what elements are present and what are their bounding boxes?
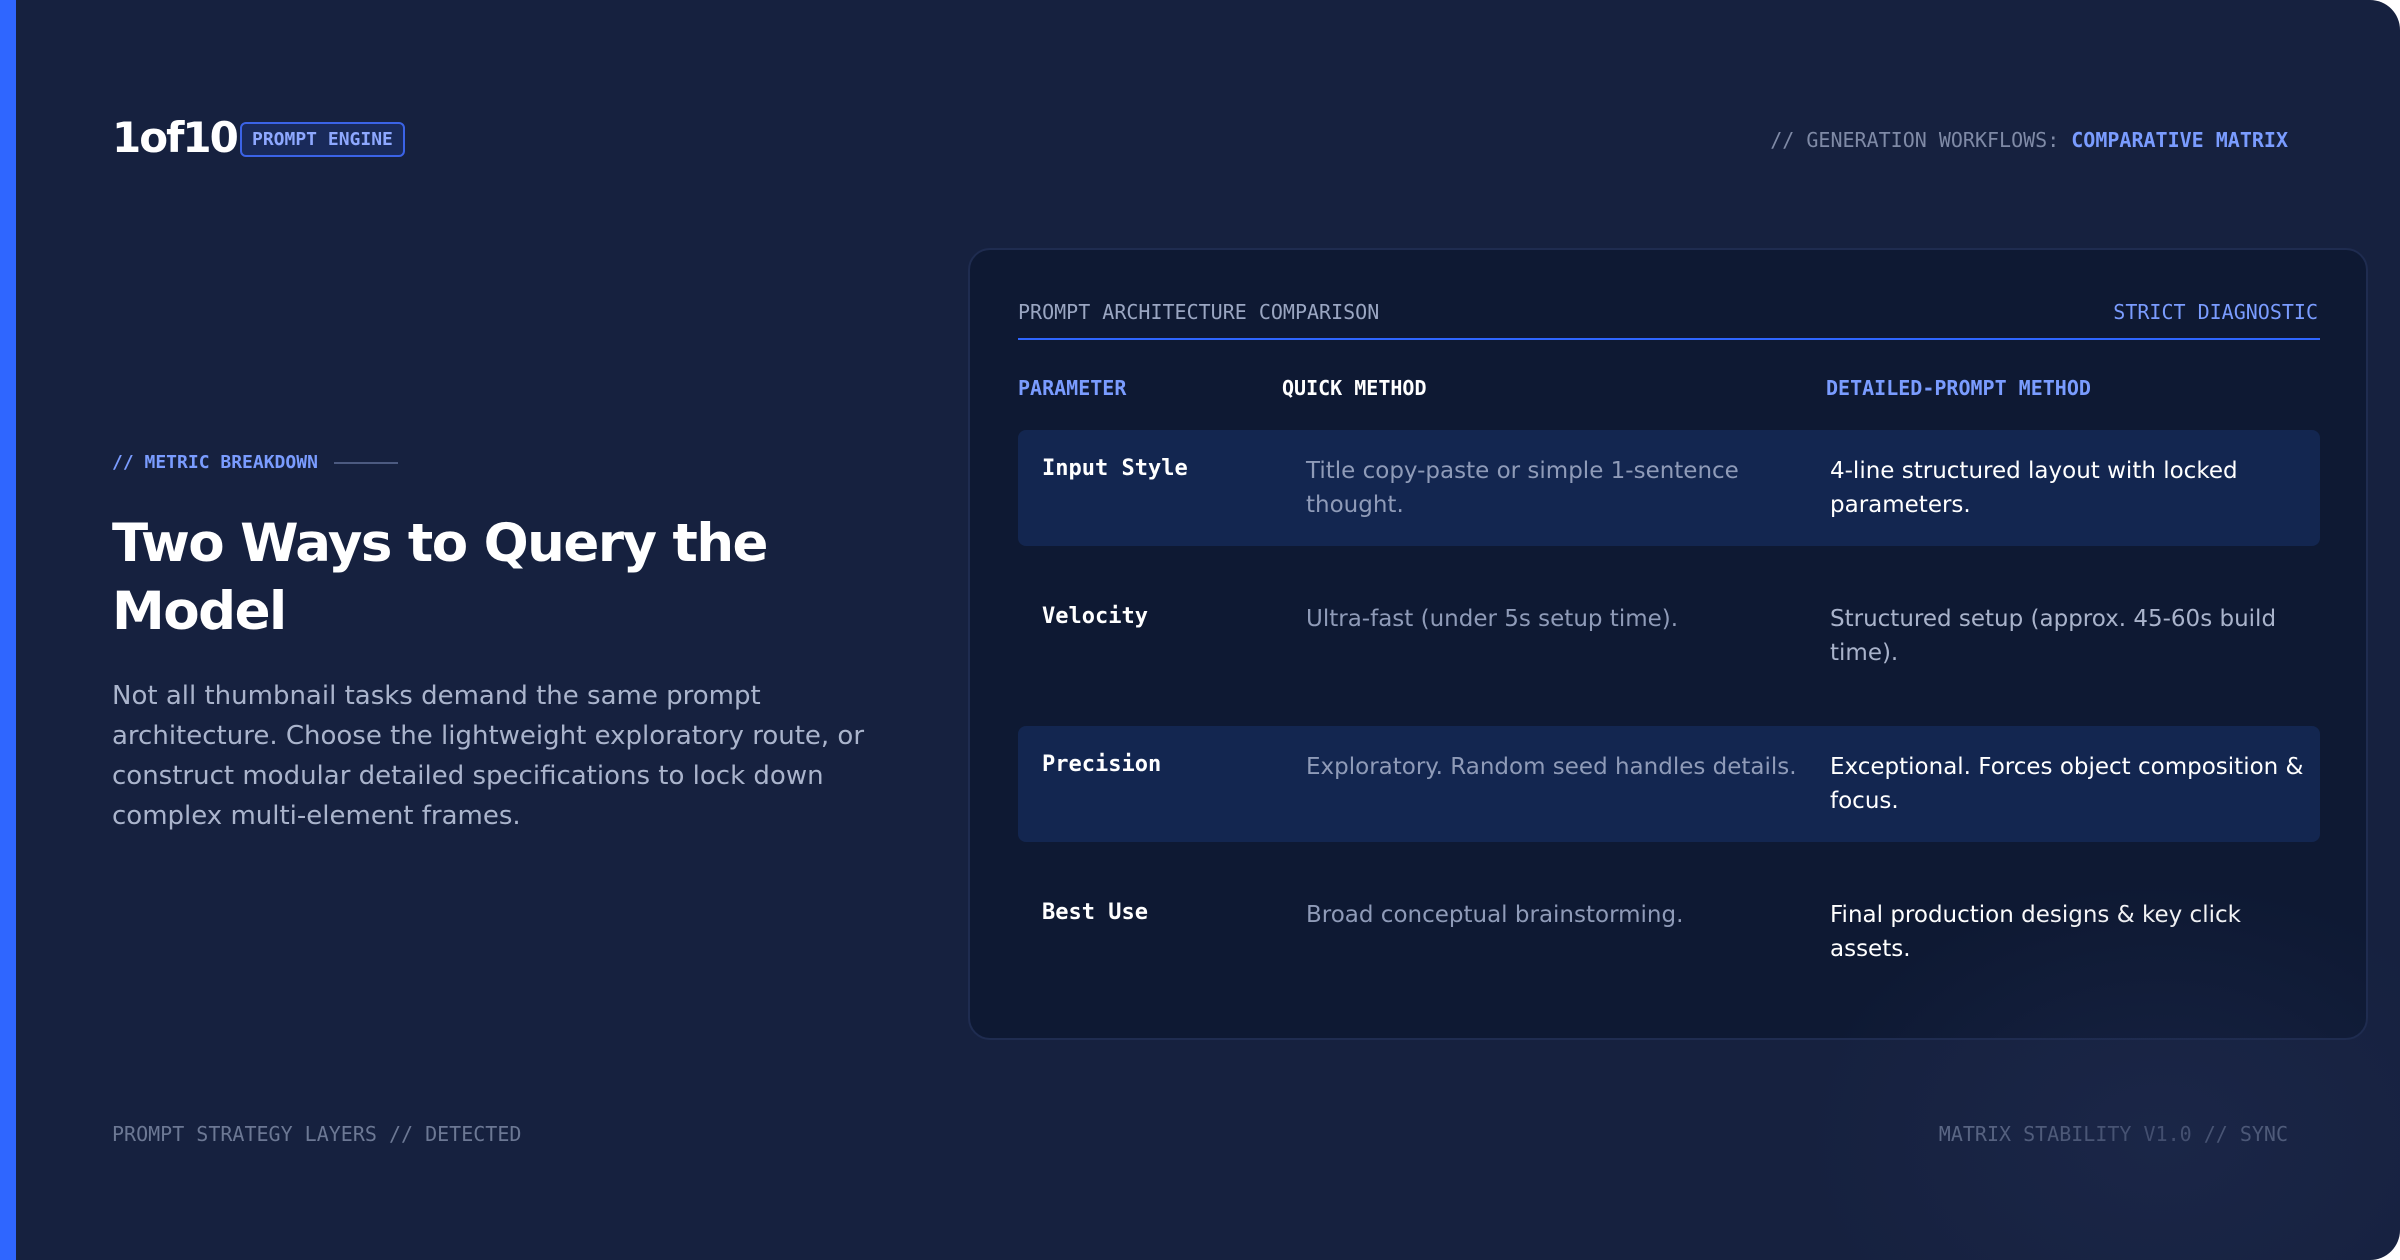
row-quick-value: Ultra-fast (under 5s setup time). bbox=[1306, 606, 1679, 632]
table-row: Input Style Title copy-paste or simple 1… bbox=[1018, 430, 2320, 546]
breadcrumb-prefix: // GENERATION WORKFLOWS: bbox=[1770, 128, 2060, 152]
column-header-quick: QUICK METHOD bbox=[1282, 376, 1427, 400]
brand-logo: 1of10 bbox=[112, 113, 239, 162]
section-eyebrow: // METRIC BREAKDOWN bbox=[112, 450, 398, 476]
row-detailed-value: 4-line structured layout with locked par… bbox=[1830, 458, 2238, 518]
intro-paragraph: Not all thumbnail tasks demand the same … bbox=[112, 681, 865, 831]
table-row: Velocity Ultra-fast (under 5s setup time… bbox=[1018, 578, 2320, 694]
slide-frame: 1of10 PROMPT ENGINE // GENERATION WORKFL… bbox=[0, 0, 2400, 1260]
row-detailed-value: Final production designs & key click ass… bbox=[1830, 902, 2241, 962]
header-breadcrumb: // GENERATION WORKFLOWS: COMPARATIVE MATR… bbox=[1770, 126, 2288, 154]
row-detailed-value: Exceptional. Forces object composition &… bbox=[1830, 754, 2304, 814]
prompt-engine-badge: PROMPT ENGINE bbox=[240, 122, 405, 157]
panel-title: PROMPT ARCHITECTURE COMPARISON bbox=[1018, 300, 1380, 324]
comparison-panel: PROMPT ARCHITECTURE COMPARISON STRICT DI… bbox=[968, 248, 2368, 1040]
row-detailed-value: Structured setup (approx. 45-60s build t… bbox=[1830, 606, 2277, 666]
panel-divider bbox=[1018, 338, 2320, 340]
eyebrow-text: // METRIC BREAKDOWN bbox=[112, 452, 318, 473]
footer-status-left: PROMPT STRATEGY LAYERS // DETECTED bbox=[112, 1122, 522, 1146]
column-header-detailed: DETAILED-PROMPT METHOD bbox=[1826, 376, 2091, 400]
breadcrumb-current: COMPARATIVE MATRIX bbox=[2071, 128, 2288, 152]
row-quick-value: Broad conceptual brainstorming. bbox=[1306, 902, 1684, 928]
row-parameter: Precision bbox=[1042, 752, 1162, 777]
footer-status-right: MATRIX STABILITY V1.0 // SYNC bbox=[1938, 1122, 2288, 1146]
table-row: Precision Exploratory. Random seed handl… bbox=[1018, 726, 2320, 842]
row-parameter: Velocity bbox=[1042, 604, 1148, 629]
row-parameter: Best Use bbox=[1042, 900, 1148, 925]
row-parameter: Input Style bbox=[1042, 456, 1188, 481]
table-row: Best Use Broad conceptual brainstorming.… bbox=[1018, 874, 2320, 990]
eyebrow-rule bbox=[333, 462, 398, 464]
accent-bar bbox=[0, 0, 16, 1260]
row-quick-value: Exploratory. Random seed handles details… bbox=[1306, 754, 1797, 780]
row-quick-value: Title copy-paste or simple 1-sentence th… bbox=[1306, 458, 1739, 518]
panel-tag: STRICT DIAGNOSTIC bbox=[2113, 300, 2318, 324]
page-title: Two Ways to Query the Model bbox=[112, 513, 769, 642]
column-header-parameter: PARAMETER bbox=[1018, 376, 1127, 400]
